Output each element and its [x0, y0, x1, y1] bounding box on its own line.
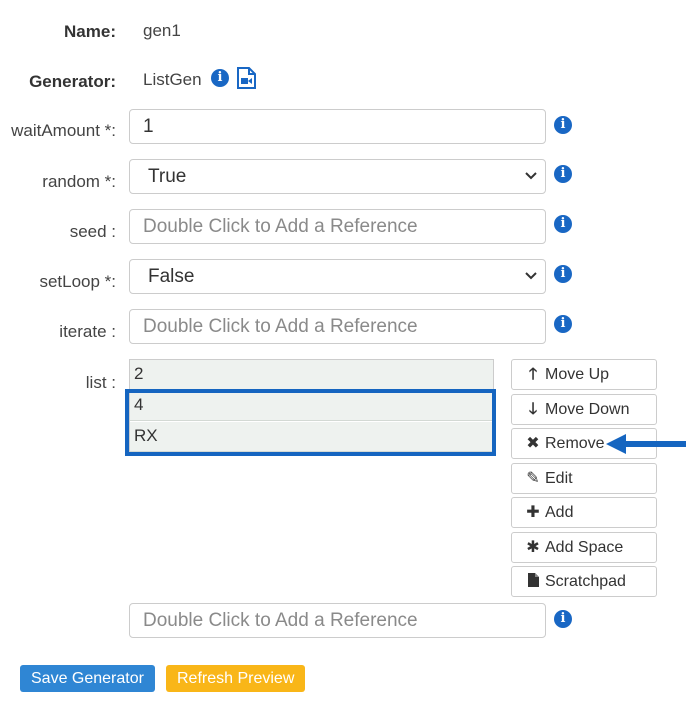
chevron-down-icon: [525, 172, 537, 180]
file-icon: [526, 567, 540, 596]
chevron-down-icon: [525, 272, 537, 280]
seed-input[interactable]: Double Click to Add a Reference: [129, 209, 546, 244]
scratchpad-button[interactable]: Scratchpad: [511, 566, 657, 597]
set-loop-select-value: False: [148, 266, 195, 287]
iterate-label: iterate :: [59, 322, 116, 341]
add-space-button[interactable]: ✱ Add Space: [511, 532, 657, 563]
add-button[interactable]: ✚ Add: [511, 497, 657, 528]
edit-button[interactable]: ✎ Edit: [511, 463, 657, 494]
iterate-input[interactable]: Double Click to Add a Reference: [129, 309, 546, 344]
generator-info-icon[interactable]: i: [211, 69, 229, 87]
plus-icon: ✚: [526, 504, 540, 521]
save-generator-button[interactable]: Save Generator: [20, 665, 155, 692]
seed-label: seed :: [69, 222, 116, 241]
name-label: Name:: [64, 22, 116, 41]
set-loop-select[interactable]: False: [129, 259, 546, 294]
list-item[interactable]: 2: [130, 360, 493, 390]
generator-value: ListGen: [143, 70, 202, 89]
wait-amount-label: waitAmount *:: [11, 121, 116, 140]
random-select[interactable]: True: [129, 159, 546, 194]
move-down-button[interactable]: 🡓 Move Down: [511, 394, 657, 425]
list-reference-input[interactable]: Double Click to Add a Reference: [129, 603, 546, 638]
arrow-down-icon: 🡓: [528, 401, 538, 418]
wait-amount-input[interactable]: 1: [129, 109, 546, 144]
name-value: gen1: [143, 21, 181, 40]
seed-info-icon[interactable]: i: [554, 215, 572, 233]
set-loop-label: setLoop *:: [39, 272, 116, 291]
generator-label: Generator:: [29, 72, 116, 91]
wait-amount-info-icon[interactable]: i: [554, 116, 572, 134]
move-up-button[interactable]: 🡑 Move Up: [511, 359, 657, 390]
arrow-left-pointer-icon: [606, 434, 686, 454]
asterisk-icon: ✱: [526, 539, 540, 556]
list-label: list :: [85, 373, 116, 392]
random-label: random *:: [42, 172, 116, 191]
pencil-icon: ✎: [526, 470, 540, 487]
x-icon: ✖: [526, 435, 540, 452]
arrow-up-icon: 🡑: [528, 366, 538, 383]
refresh-preview-button[interactable]: Refresh Preview: [166, 665, 306, 692]
random-info-icon[interactable]: i: [554, 165, 572, 183]
random-select-value: True: [148, 166, 187, 187]
selection-highlight-box: [125, 389, 496, 456]
iterate-info-icon[interactable]: i: [554, 315, 572, 333]
video-file-icon[interactable]: [236, 67, 257, 89]
set-loop-info-icon[interactable]: i: [554, 265, 572, 283]
list-reference-info-icon[interactable]: i: [554, 610, 572, 628]
